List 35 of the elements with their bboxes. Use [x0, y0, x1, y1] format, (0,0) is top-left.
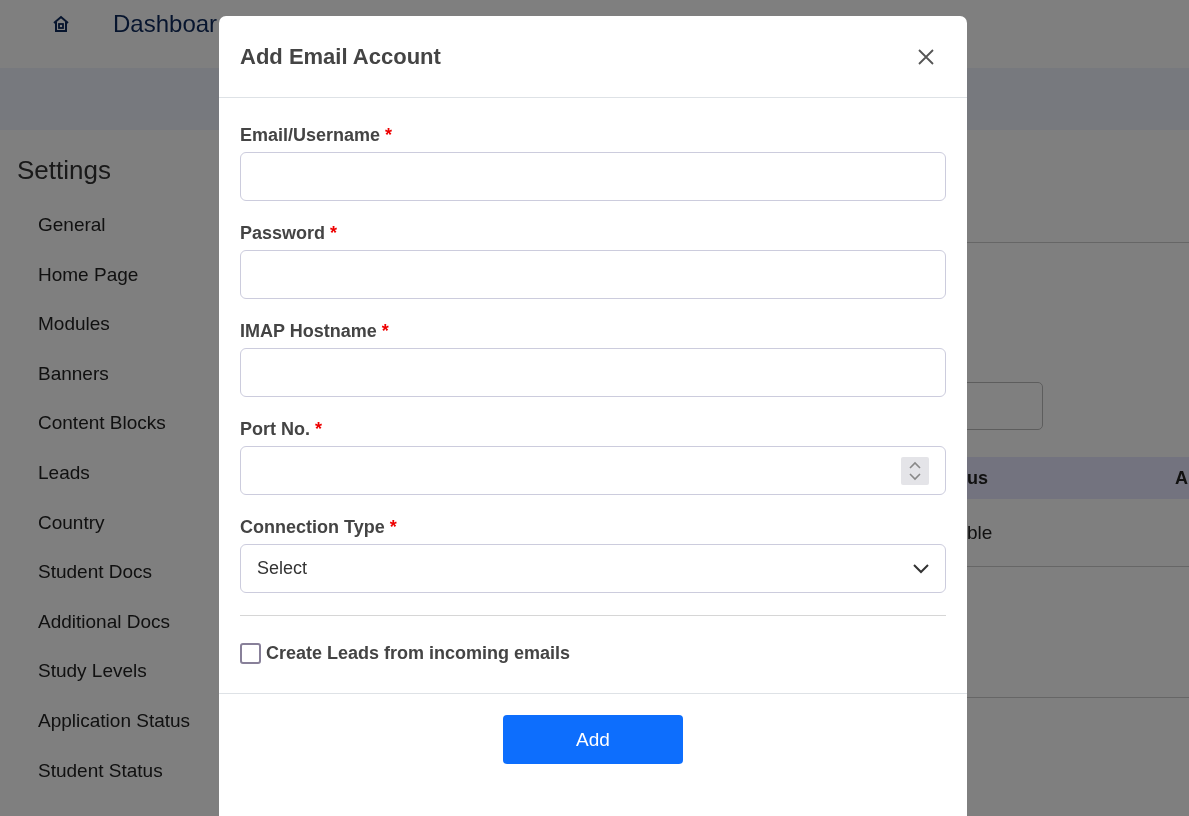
input-field[interactable]: [240, 152, 946, 201]
field-label: Port No. *: [240, 419, 323, 440]
modal-title: Add Email Account: [240, 43, 441, 70]
field-label: Connection Type *: [240, 517, 398, 538]
add-button[interactable]: Add: [503, 715, 683, 764]
sidebar-item[interactable]: Student Status: [17, 745, 219, 796]
spinner-icon[interactable]: [901, 456, 929, 485]
checkbox[interactable]: [240, 643, 261, 664]
home-icon[interactable]: [51, 14, 71, 34]
sidebar-item[interactable]: Application Status: [17, 695, 219, 746]
chevron-down-icon: [913, 563, 929, 574]
field-label: Email/Username *: [240, 125, 394, 146]
sidebar-item[interactable]: Additional Docs: [17, 596, 219, 647]
input-field[interactable]: [240, 446, 946, 495]
sidebar-item[interactable]: Student Docs: [17, 547, 219, 597]
sidebar-item[interactable]: Modules: [17, 299, 219, 349]
sidebar-item[interactable]: Content Blocks: [17, 398, 219, 448]
breadcrumb-link[interactable]: Dashboar: [113, 10, 218, 38]
table-cell: ble: [967, 521, 993, 544]
input-field[interactable]: [240, 348, 946, 397]
sidebar-title: Settings: [17, 155, 112, 186]
sidebar-item[interactable]: Home Page: [17, 249, 219, 300]
field-label: Password *: [240, 223, 339, 244]
sidebar-item[interactable]: Country: [17, 497, 219, 548]
field-label: IMAP Hostname *: [240, 321, 390, 342]
sidebar-item[interactable]: Leads: [17, 447, 219, 498]
column-header: A: [1175, 467, 1188, 489]
column-header: us: [967, 467, 988, 489]
select-field[interactable]: Select: [240, 544, 946, 593]
close-icon[interactable]: [917, 47, 935, 66]
sidebar-item[interactable]: Banners: [17, 348, 219, 399]
sidebar-item[interactable]: General: [17, 200, 219, 250]
input-field[interactable]: [240, 250, 946, 299]
checkbox-label: Create Leads from incoming emails: [266, 643, 571, 664]
sidebar-item[interactable]: Study Levels: [17, 646, 219, 696]
